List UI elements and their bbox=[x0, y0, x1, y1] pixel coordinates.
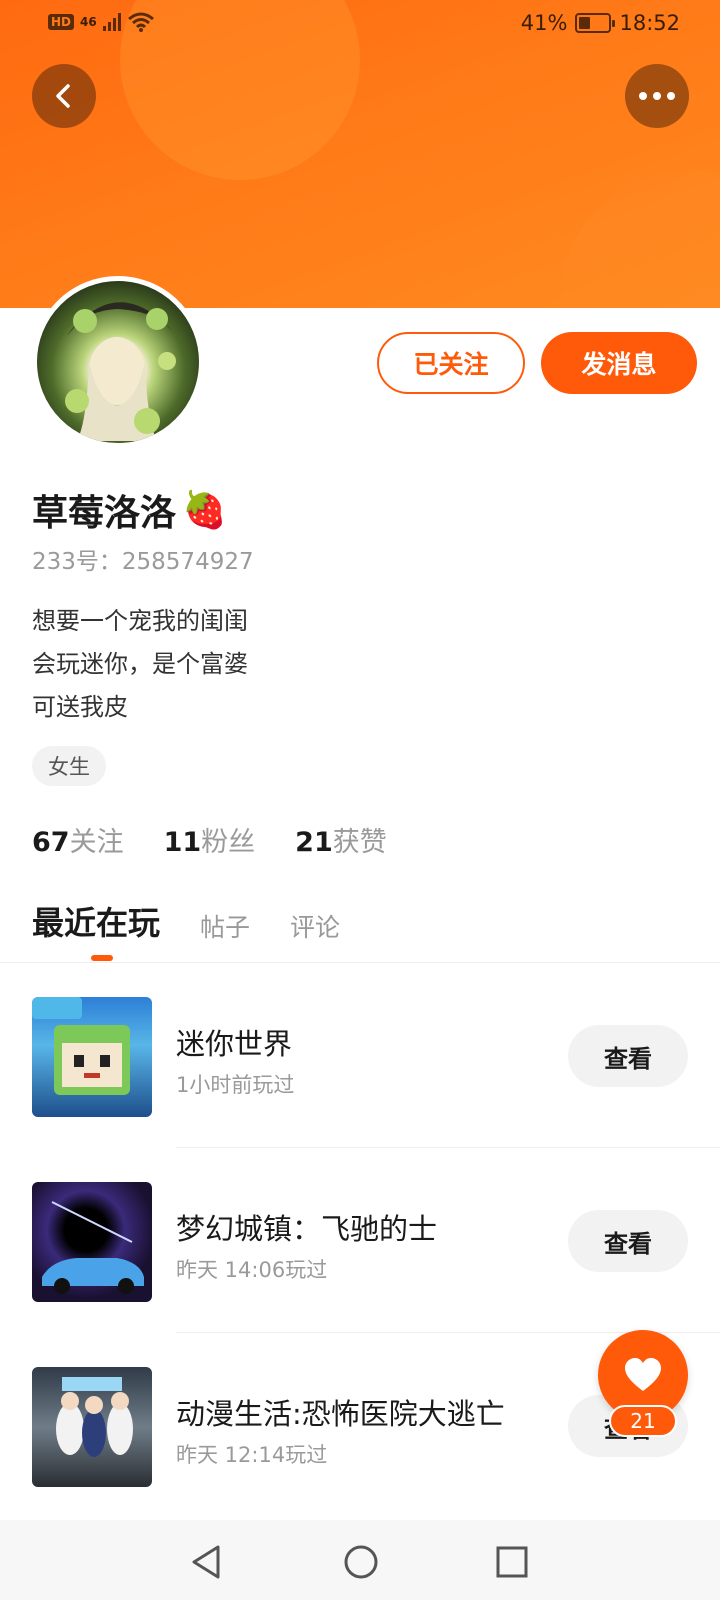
nav-home-button[interactable] bbox=[341, 1542, 381, 1582]
stat-followers[interactable]: 11粉丝 bbox=[164, 820, 256, 859]
username: 草莓洛洛 🍓 bbox=[32, 484, 227, 536]
more-dots-icon bbox=[639, 92, 675, 100]
game-last-played: 昨天 14:06玩过 bbox=[176, 1258, 328, 1282]
more-button[interactable] bbox=[625, 64, 689, 128]
triangle-back-icon bbox=[192, 1545, 220, 1579]
strawberry-emoji: 🍓 bbox=[182, 490, 227, 531]
list-item[interactable]: 梦幻城镇：飞驰的士 昨天 14:06玩过 查看 bbox=[0, 1148, 720, 1333]
gender-tag: 女生 bbox=[32, 746, 106, 786]
system-nav-bar bbox=[0, 1520, 720, 1600]
status-bar: HD 46 41% 18:52 bbox=[0, 0, 720, 50]
bio-line: 可送我皮 bbox=[32, 693, 128, 721]
stats-row: 67关注 11粉丝 21获赞 bbox=[32, 820, 387, 859]
profile-banner: HD 46 41% 18:52 bbox=[0, 0, 720, 308]
wifi-icon bbox=[127, 12, 154, 32]
stat-likes[interactable]: 21获赞 bbox=[295, 820, 387, 859]
like-count-badge: 21 bbox=[609, 1405, 677, 1437]
game-thumbnail bbox=[32, 1367, 152, 1487]
followed-button[interactable]: 已关注 bbox=[377, 332, 525, 394]
chevron-left-icon bbox=[56, 84, 70, 108]
bio: 想要一个宠我的闺闺 会玩迷你，是个富婆 可送我皮 bbox=[32, 600, 248, 729]
game-title: 迷你世界 bbox=[176, 1027, 293, 1061]
back-button[interactable] bbox=[32, 64, 96, 128]
tab-comments[interactable]: 评论 bbox=[290, 908, 340, 944]
game-title: 梦幻城镇：飞驰的士 bbox=[176, 1212, 438, 1246]
username-text: 草莓洛洛 bbox=[32, 493, 177, 534]
hd-icon: HD bbox=[48, 14, 75, 30]
view-button[interactable]: 查看 bbox=[568, 1025, 688, 1087]
tab-bar: 最近在玩 帖子 评论 bbox=[32, 898, 340, 944]
nav-back-button[interactable] bbox=[186, 1542, 226, 1582]
game-last-played: 昨天 12:14玩过 bbox=[176, 1443, 328, 1467]
game-title: 动漫生活:恐怖医院大逃亡 bbox=[176, 1397, 505, 1431]
list-item[interactable]: 迷你世界 1小时前玩过 查看 bbox=[0, 963, 720, 1148]
battery-icon bbox=[575, 13, 616, 33]
signal-icon bbox=[102, 13, 121, 31]
game-thumbnail bbox=[32, 997, 152, 1117]
send-message-button[interactable]: 发消息 bbox=[541, 332, 697, 394]
bio-line: 想要一个宠我的闺闺 bbox=[32, 607, 248, 635]
tab-indicator bbox=[91, 955, 113, 961]
circle-home-icon bbox=[344, 1545, 378, 1579]
user-id: 233号：258574927 bbox=[32, 549, 254, 575]
tab-recently-played[interactable]: 最近在玩 bbox=[32, 898, 160, 944]
bio-line: 会玩迷你，是个富婆 bbox=[32, 650, 248, 678]
banner-decoration bbox=[560, 170, 720, 308]
avatar-image bbox=[65, 302, 176, 441]
stat-following[interactable]: 67关注 bbox=[32, 820, 124, 859]
view-button[interactable]: 查看 bbox=[568, 1210, 688, 1272]
nav-recents-button[interactable] bbox=[492, 1542, 532, 1582]
clock: 18:52 bbox=[619, 11, 680, 35]
network-type: 46 bbox=[80, 15, 97, 29]
heart-icon bbox=[625, 1358, 661, 1391]
battery-percent: 41% bbox=[520, 11, 568, 35]
square-recents-icon bbox=[496, 1546, 528, 1578]
game-last-played: 1小时前玩过 bbox=[176, 1073, 295, 1097]
game-thumbnail bbox=[32, 1182, 152, 1302]
avatar[interactable] bbox=[32, 276, 204, 448]
tab-posts[interactable]: 帖子 bbox=[200, 908, 250, 944]
